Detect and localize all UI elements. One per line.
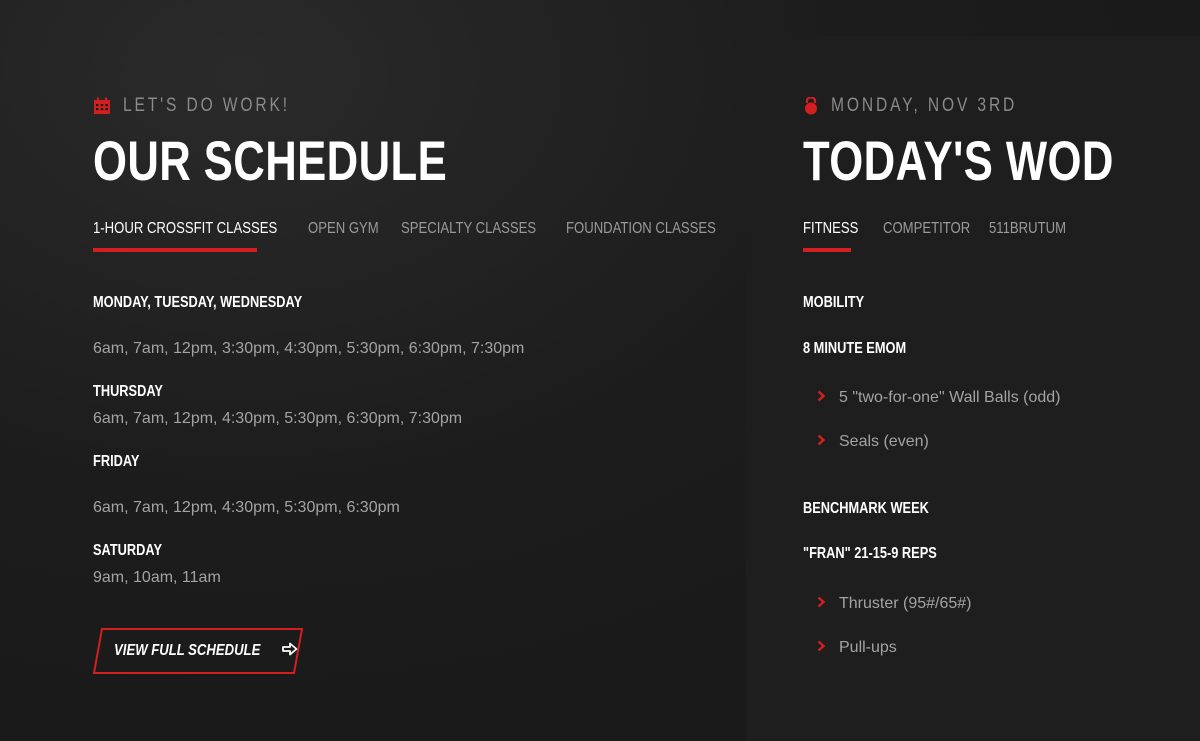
wod-heading-mobility: MOBILITY [803, 294, 865, 311]
wod-eyebrow: MONDAY, NOV 3RD [803, 95, 1058, 117]
tab-foundation-classes[interactable]: FOUNDATION CLASSES [566, 220, 749, 252]
wod-tabs: FITNESS COMPETITOR 511BRUTUM [803, 220, 1101, 252]
schedule-section: LET'S DO WORK! OUR SCHEDULE 1-HOUR CROSS… [93, 0, 733, 741]
day-label-friday: FRIDAY [93, 453, 140, 470]
times-thursday: 6am, 7am, 12pm, 4:30pm, 5:30pm, 6:30pm, … [93, 410, 463, 427]
wod-heading-fran: "FRAN" 21-15-9 REPS [803, 545, 937, 562]
list-item: 5 "two-for-one" Wall Balls (odd) [817, 389, 1061, 407]
list-item: Pull-ups [817, 639, 897, 657]
schedule-title: OUR SCHEDULE [93, 129, 448, 192]
schedule-eyebrow-text: LET'S DO WORK! [123, 95, 290, 116]
view-full-schedule-button[interactable]: VIEW FULL SCHEDULE [93, 628, 303, 674]
wod-item-text: 5 "two-for-one" Wall Balls (odd) [839, 389, 1061, 406]
day-label-saturday: SATURDAY [93, 542, 162, 559]
list-item: Thruster (95#/65#) [817, 595, 972, 613]
wod-date: MONDAY, NOV 3RD [831, 95, 1018, 116]
chevron-right-icon [817, 389, 827, 407]
wod-heading-benchmark: BENCHMARK WEEK [803, 500, 929, 517]
view-full-schedule-label: VIEW FULL SCHEDULE [113, 642, 261, 659]
list-item: Seals (even) [817, 433, 929, 451]
tab-competitor[interactable]: COMPETITOR [883, 220, 989, 252]
wod-item-text: Thruster (95#/65#) [839, 595, 972, 612]
wod-heading-emom: 8 MINUTE EMOM [803, 340, 907, 357]
day-label-mon-wed: MONDAY, TUESDAY, WEDNESDAY [93, 294, 303, 311]
wod-title: TODAY'S WOD [803, 129, 1114, 192]
times-friday: 6am, 7am, 12pm, 4:30pm, 5:30pm, 6:30pm [93, 499, 400, 516]
chevron-right-icon [817, 639, 827, 657]
calendar-icon [93, 97, 111, 115]
tab-specialty-classes[interactable]: SPECIALTY CLASSES [401, 220, 566, 252]
schedule-eyebrow: LET'S DO WORK! [93, 95, 327, 117]
wod-item-text: Seals (even) [839, 433, 929, 450]
chevron-right-icon [817, 595, 827, 613]
wod-item-text: Pull-ups [839, 639, 897, 656]
wod-section: MONDAY, NOV 3RD TODAY'S WOD FITNESS COMP… [803, 0, 1183, 741]
times-saturday: 9am, 10am, 11am [93, 569, 221, 586]
tab-crossfit-classes[interactable]: 1-HOUR CROSSFIT CLASSES [93, 220, 318, 252]
tab-fitness[interactable]: FITNESS [803, 220, 871, 252]
arrow-right-icon [282, 642, 298, 661]
times-mon-wed: 6am, 7am, 12pm, 3:30pm, 4:30pm, 5:30pm, … [93, 340, 525, 357]
tab-open-gym[interactable]: OPEN GYM [308, 220, 394, 252]
kettlebell-icon [803, 96, 819, 115]
day-label-thursday: THURSDAY [93, 383, 163, 400]
chevron-right-icon [817, 433, 827, 451]
schedule-tabs: 1-HOUR CROSSFIT CLASSES OPEN GYM SPECIAL… [93, 220, 767, 252]
tab-511brutum[interactable]: 511BRUTUM [989, 220, 1083, 252]
